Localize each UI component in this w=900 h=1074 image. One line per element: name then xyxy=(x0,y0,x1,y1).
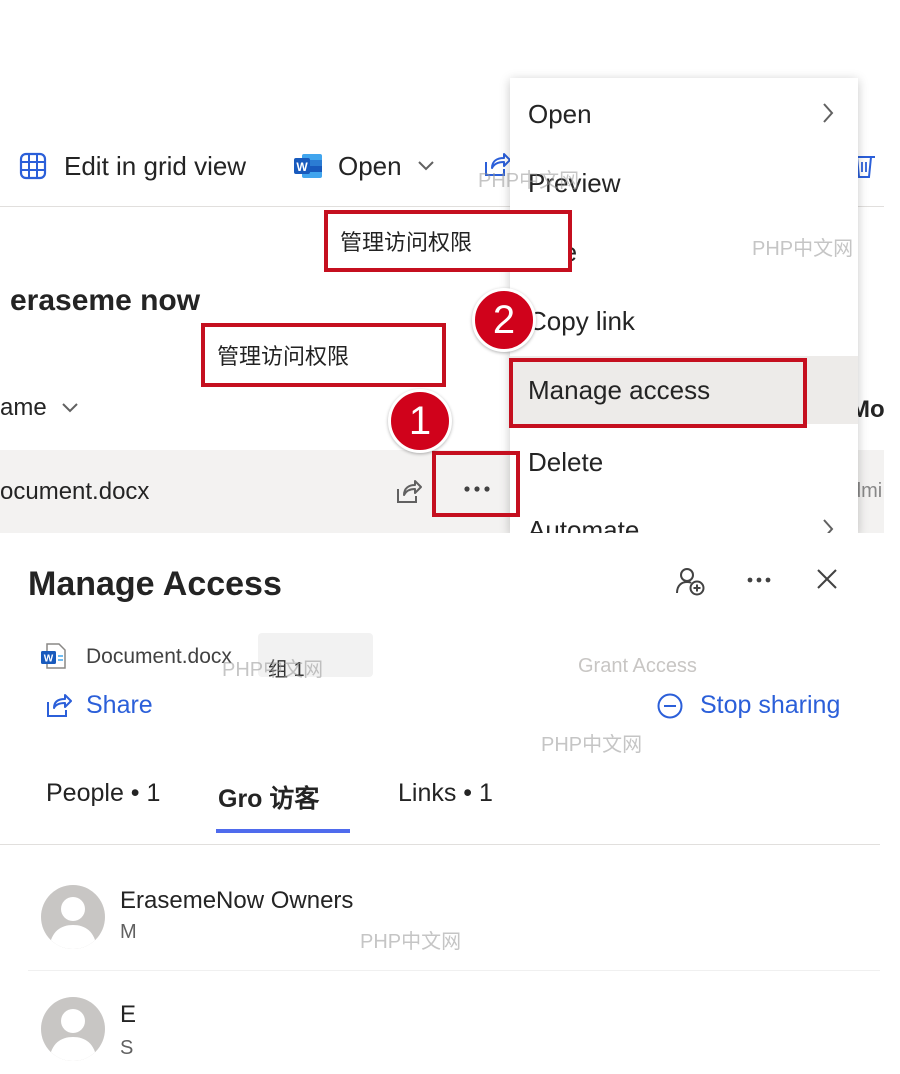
active-tab-indicator xyxy=(216,829,350,833)
watermark: PHP中文网 xyxy=(541,734,643,756)
person-icon xyxy=(49,1009,97,1061)
file-name[interactable]: ocument.docx xyxy=(0,478,149,506)
annotation-callout-middle: 管理访问权限 xyxy=(201,323,446,387)
manage-access-panel: Manage Access W Document.docx 组 1 Grant … xyxy=(0,533,884,1074)
share-row-icon[interactable] xyxy=(393,478,423,506)
chevron-down-icon xyxy=(61,402,79,414)
chevron-right-icon xyxy=(822,518,834,534)
context-menu: Open Preview re Copy link Manage access … xyxy=(510,78,858,534)
add-person-icon[interactable] xyxy=(674,565,706,597)
list-divider xyxy=(28,970,880,971)
share-icon xyxy=(44,692,72,720)
library-title: eraseme now xyxy=(10,284,201,317)
callout-text: 管理访问权限 xyxy=(340,230,473,255)
menu-item-delete[interactable]: Delete xyxy=(510,428,858,496)
word-document-icon: W xyxy=(40,641,70,671)
edit-in-grid-view-button[interactable]: Edit in grid view xyxy=(18,146,246,186)
menu-item-label: Preview xyxy=(528,167,621,198)
menu-item-open[interactable]: Open xyxy=(510,80,858,148)
menu-item-copy-link[interactable]: Copy link xyxy=(510,287,858,355)
menu-item-automate[interactable]: Automate xyxy=(510,496,858,534)
grant-access-tooltip: Grant Access xyxy=(578,655,697,677)
svg-text:W: W xyxy=(44,654,54,665)
share-label: Share xyxy=(86,691,153,719)
share-toolbar-icon[interactable] xyxy=(480,150,512,180)
chevron-down-icon xyxy=(416,159,436,173)
callout-text: 管理访问权限 xyxy=(217,344,350,369)
tab-people[interactable]: People • 1 xyxy=(46,779,160,808)
more-actions-highlight-box xyxy=(432,451,520,517)
name-column-label: ame xyxy=(0,394,47,421)
person-name: ErasemeNow Owners xyxy=(120,887,354,914)
menu-item-label: Delete xyxy=(528,446,604,477)
list-item[interactable]: ErasemeNow Owners M xyxy=(0,873,880,963)
tab-links[interactable]: Links • 1 xyxy=(398,779,493,808)
menu-item-label: Automate xyxy=(528,514,640,535)
document-name: Document.docx xyxy=(86,645,232,668)
tabs-divider xyxy=(0,844,880,845)
menu-item-preview[interactable]: Preview xyxy=(510,149,858,217)
person-detail: M xyxy=(120,921,137,943)
step-badge-2: 2 xyxy=(472,288,536,352)
group-overlay: 组 1 xyxy=(258,633,373,681)
close-icon[interactable] xyxy=(815,567,839,591)
chevron-right-icon xyxy=(822,102,834,124)
menu-item-label: Copy link xyxy=(528,305,635,336)
share-button[interactable]: Share xyxy=(44,691,153,720)
person-name: E xyxy=(120,1001,137,1028)
avatar xyxy=(41,997,105,1061)
step-badge-1: 1 xyxy=(388,389,452,453)
open-label: Open xyxy=(338,150,402,181)
svg-text:W: W xyxy=(296,160,308,174)
word-icon: W xyxy=(292,151,324,181)
name-column-header[interactable]: ame xyxy=(0,394,79,422)
avatar xyxy=(41,885,105,949)
person-detail: S xyxy=(120,1037,134,1059)
stop-sharing-button[interactable]: Stop sharing xyxy=(656,691,840,720)
edit-in-grid-view-label: Edit in grid view xyxy=(64,150,247,181)
open-dropdown-button[interactable]: W Open xyxy=(292,146,436,186)
manage-access-title: Manage Access xyxy=(28,565,282,603)
annotation-callout-top: 管理访问权限 xyxy=(324,210,572,272)
group-overlay-text: 组 1 xyxy=(268,659,305,681)
menu-item-label: Open xyxy=(528,98,592,129)
tab-groups[interactable]: Gro 访客 xyxy=(218,779,319,815)
stop-sharing-label: Stop sharing xyxy=(700,691,841,719)
person-icon xyxy=(49,897,97,949)
list-item[interactable]: E S xyxy=(0,983,880,1073)
grid-view-icon xyxy=(18,151,48,181)
more-options-icon[interactable] xyxy=(746,576,772,584)
stop-sharing-icon xyxy=(656,692,684,720)
manage-access-highlight-box xyxy=(509,358,807,428)
